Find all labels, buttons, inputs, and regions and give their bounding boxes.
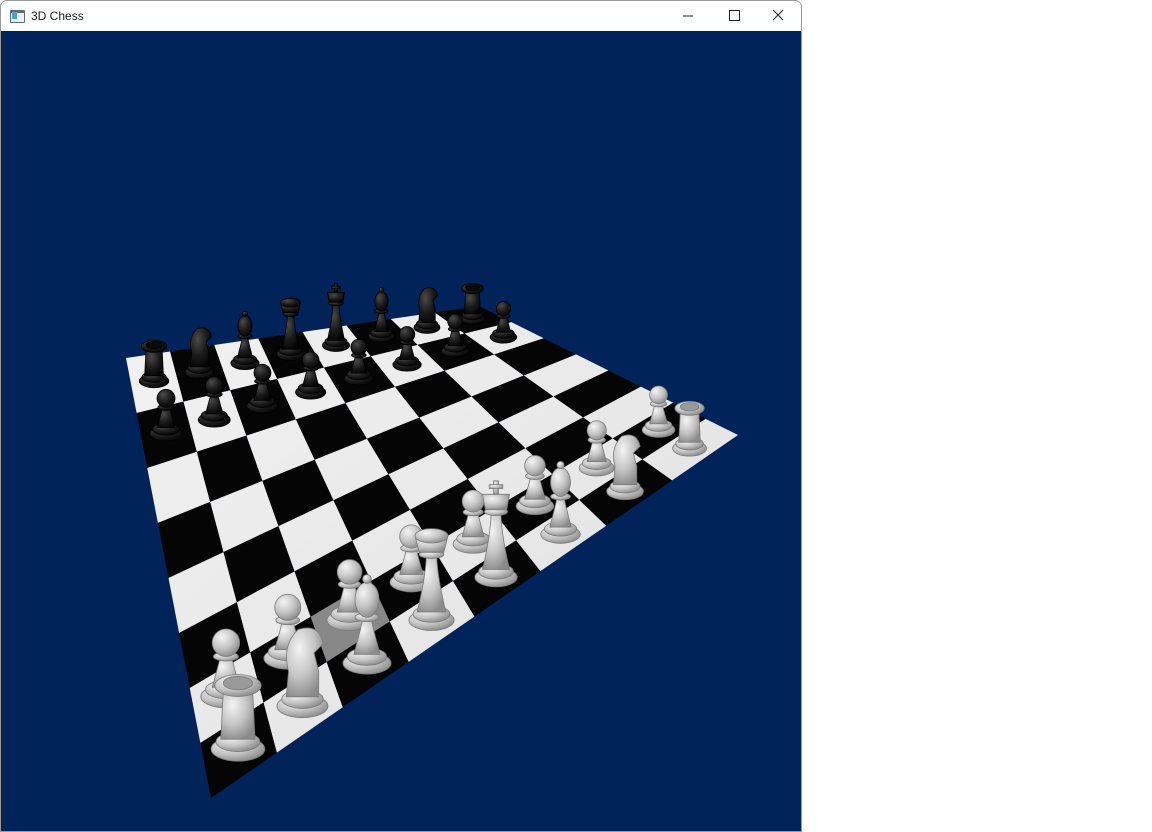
window-title: 3D Chess xyxy=(31,9,84,23)
black-knight[interactable] xyxy=(413,287,441,334)
app-icon xyxy=(10,10,25,23)
app-window: 3D Chess xyxy=(0,0,802,832)
maximize-icon xyxy=(729,10,740,21)
black-king[interactable] xyxy=(322,283,350,352)
title-bar[interactable]: 3D Chess xyxy=(1,1,801,31)
chess-scene[interactable] xyxy=(1,31,801,831)
minimize-button[interactable] xyxy=(665,1,711,31)
maximize-button[interactable] xyxy=(711,1,757,31)
black-bishop[interactable] xyxy=(367,287,396,343)
chess-3d-viewport[interactable] xyxy=(1,31,801,831)
black-rook[interactable] xyxy=(459,282,486,325)
close-icon xyxy=(772,9,784,21)
minimize-icon xyxy=(683,15,693,17)
black-queen[interactable] xyxy=(276,297,305,361)
close-button[interactable] xyxy=(755,1,801,31)
